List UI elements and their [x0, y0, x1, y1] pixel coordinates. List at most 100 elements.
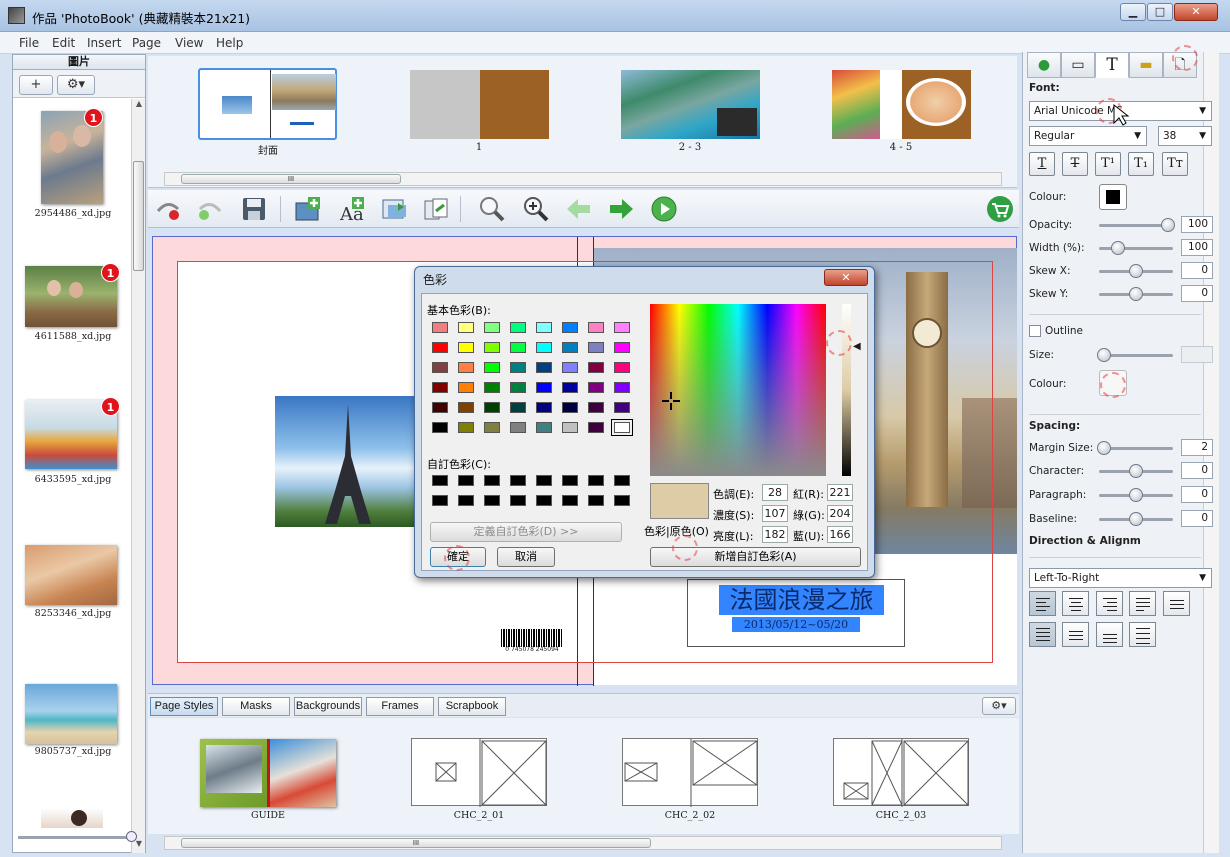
blue-input[interactable]: 166: [827, 526, 853, 543]
color-swatch[interactable]: [536, 362, 552, 373]
color-swatch[interactable]: [432, 422, 448, 433]
align-right-button[interactable]: [1096, 591, 1123, 616]
style-thumbnail-chc-2-01[interactable]: [411, 738, 547, 807]
color-swatch[interactable]: [510, 422, 526, 433]
define-custom-colors-button[interactable]: 定義自訂色彩(D) >>: [430, 522, 622, 542]
image-thumbnail[interactable]: [41, 808, 103, 828]
baseline-slider-knob[interactable]: [1129, 512, 1143, 526]
zoom-out-button[interactable]: [478, 195, 506, 223]
skew-y-slider[interactable]: [1099, 287, 1173, 301]
outline-size-slider[interactable]: [1097, 348, 1173, 362]
align-distribute-button[interactable]: [1163, 591, 1190, 616]
tab-frame[interactable]: ▭: [1061, 52, 1095, 78]
valign-justify-button[interactable]: [1129, 622, 1156, 647]
color-swatch[interactable]: [588, 342, 604, 353]
redo-button[interactable]: [196, 195, 224, 223]
style-settings-button[interactable]: ⚙▾: [982, 697, 1016, 715]
scroll-down-icon[interactable]: ▼: [134, 839, 144, 849]
save-button[interactable]: [240, 195, 268, 223]
insert-page-button[interactable]: [380, 195, 408, 223]
align-left-button[interactable]: [1029, 591, 1056, 616]
page-strip-scrollbar[interactable]: III: [164, 172, 1002, 186]
move-page-button[interactable]: [422, 195, 450, 223]
text-colour-button[interactable]: [1099, 184, 1127, 210]
minimize-button[interactable]: ▁: [1120, 3, 1146, 21]
paragraph-slider-knob[interactable]: [1129, 488, 1143, 502]
custom-color-swatch[interactable]: [510, 495, 526, 506]
color-swatch[interactable]: [510, 382, 526, 393]
paragraph-input[interactable]: 0: [1181, 486, 1213, 503]
selected-title-text[interactable]: 法國浪漫之旅: [719, 585, 884, 615]
color-swatch[interactable]: [510, 362, 526, 373]
skew-y-slider-knob[interactable]: [1129, 287, 1143, 301]
baseline-input[interactable]: 0: [1181, 510, 1213, 527]
color-swatch[interactable]: [536, 342, 552, 353]
page-thumbnail-4-5[interactable]: [832, 70, 971, 139]
superscript-button[interactable]: T¹: [1095, 152, 1121, 176]
width-input[interactable]: 100: [1181, 239, 1213, 256]
skew-x-slider-knob[interactable]: [1129, 264, 1143, 278]
character-slider-knob[interactable]: [1129, 464, 1143, 478]
custom-color-swatch[interactable]: [536, 475, 552, 486]
undo-button[interactable]: [154, 195, 182, 223]
menu-view[interactable]: View: [175, 36, 203, 50]
subscript-button[interactable]: T₁: [1128, 152, 1154, 176]
color-swatch[interactable]: [536, 382, 552, 393]
red-input[interactable]: 221: [827, 484, 853, 501]
tab-ruler[interactable]: ▬: [1129, 52, 1163, 78]
image-settings-button[interactable]: ⚙▾: [57, 75, 95, 95]
color-spectrum[interactable]: [650, 304, 826, 476]
image-list-scrollbar[interactable]: ▲ ▼: [131, 99, 145, 853]
strikethrough-button[interactable]: T: [1062, 152, 1088, 176]
character-input[interactable]: 0: [1181, 462, 1213, 479]
custom-color-swatch[interactable]: [432, 475, 448, 486]
eiffel-photo[interactable]: [275, 396, 421, 527]
color-swatch[interactable]: [562, 422, 578, 433]
width-slider-knob[interactable]: [1111, 241, 1125, 255]
font-size-select[interactable]: 38 ▼: [1158, 126, 1212, 146]
tab-page-styles[interactable]: Page Styles: [150, 697, 218, 716]
luminance-input[interactable]: 182: [762, 526, 788, 543]
custom-color-swatch[interactable]: [458, 475, 474, 486]
color-swatch[interactable]: [432, 362, 448, 373]
width-slider[interactable]: [1099, 241, 1173, 255]
color-swatch[interactable]: [484, 322, 500, 333]
skew-y-input[interactable]: 0: [1181, 285, 1213, 302]
color-swatch[interactable]: [536, 402, 552, 413]
color-swatch[interactable]: [588, 322, 604, 333]
color-swatch[interactable]: [611, 419, 633, 436]
dialog-close-button[interactable]: ✕: [824, 269, 868, 286]
color-swatch[interactable]: [536, 322, 552, 333]
zoom-in-button[interactable]: [522, 195, 550, 223]
color-swatch[interactable]: [588, 422, 604, 433]
tab-text[interactable]: T: [1095, 52, 1129, 78]
styles-strip-scrollbar[interactable]: III: [164, 836, 1002, 850]
custom-color-swatch[interactable]: [536, 495, 552, 506]
zoom-slider-knob[interactable]: [126, 831, 137, 842]
close-button[interactable]: ✕: [1174, 3, 1218, 21]
menu-insert[interactable]: Insert: [87, 36, 121, 50]
custom-color-swatch[interactable]: [458, 495, 474, 506]
style-thumbnail-chc-2-03[interactable]: [833, 738, 969, 807]
color-swatch[interactable]: [510, 342, 526, 353]
menu-edit[interactable]: Edit: [52, 36, 75, 50]
tab-scrapbook[interactable]: Scrapbook: [438, 697, 506, 716]
scroll-thumb[interactable]: [133, 161, 144, 271]
previous-page-button[interactable]: [564, 195, 592, 223]
styles-strip-scroll-thumb[interactable]: III: [181, 838, 651, 848]
color-swatch[interactable]: [484, 342, 500, 353]
custom-color-swatch[interactable]: [614, 475, 630, 486]
color-swatch[interactable]: [588, 362, 604, 373]
add-text-button[interactable]: Aa: [338, 195, 366, 225]
custom-color-swatch[interactable]: [562, 475, 578, 486]
custom-color-swatch[interactable]: [588, 475, 604, 486]
color-swatch[interactable]: [458, 402, 474, 413]
baseline-slider[interactable]: [1099, 512, 1173, 526]
color-swatch[interactable]: [562, 382, 578, 393]
color-swatch[interactable]: [432, 402, 448, 413]
color-swatch[interactable]: [432, 342, 448, 353]
paragraph-slider[interactable]: [1099, 488, 1173, 502]
underline-button[interactable]: T: [1029, 152, 1055, 176]
color-swatch[interactable]: [588, 382, 604, 393]
custom-color-swatch[interactable]: [588, 495, 604, 506]
